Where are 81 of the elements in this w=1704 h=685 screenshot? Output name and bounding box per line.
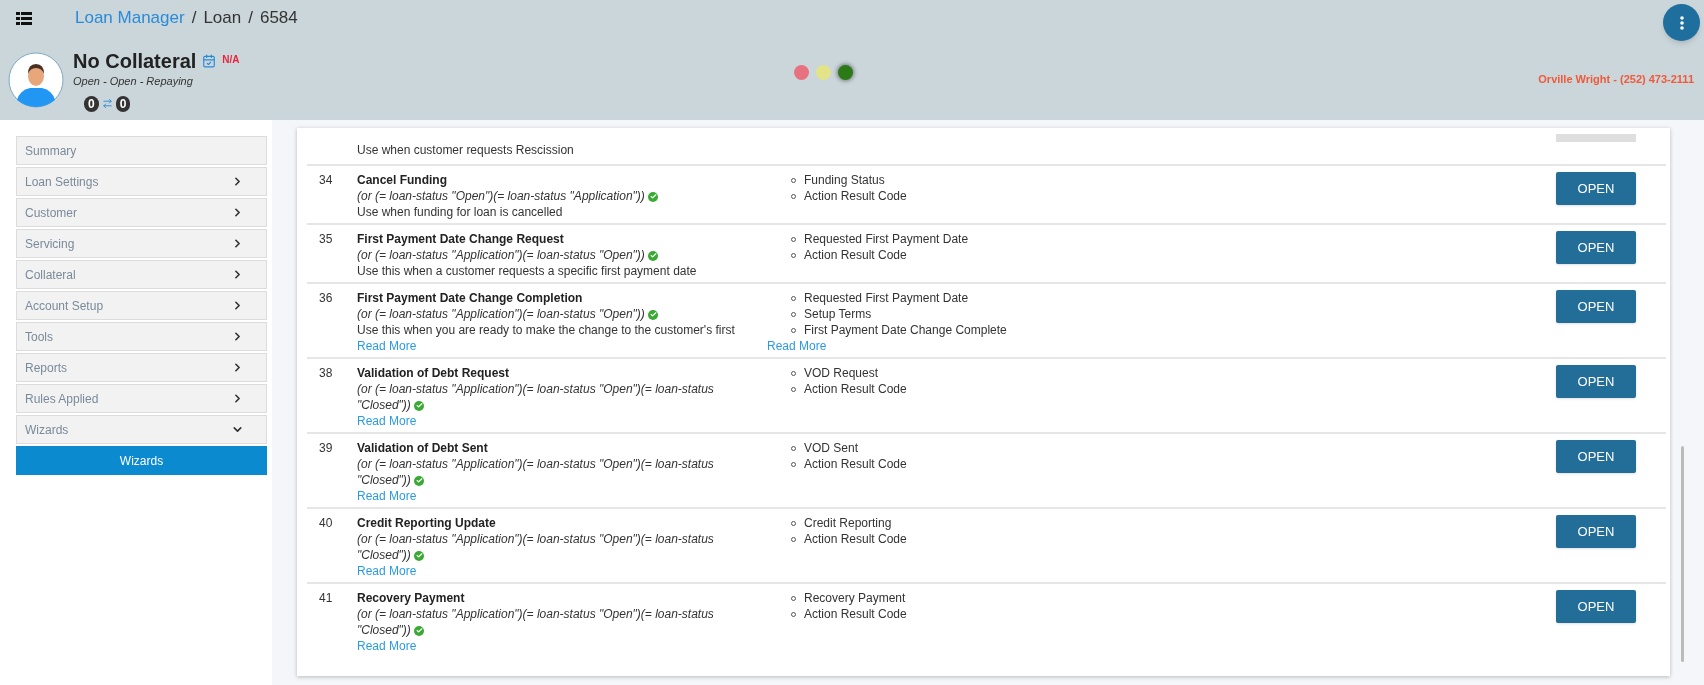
sidebar-item[interactable]: Servicing bbox=[16, 229, 267, 258]
field-name: Requested First Payment Date bbox=[804, 231, 969, 247]
condition-text: (or (= loan-status "Application")(= loan-status "Open")(= loan-status "Closed")) bbox=[357, 381, 715, 413]
counter-badge: 0 bbox=[84, 95, 99, 112]
read-more-link[interactable]: Read More bbox=[357, 414, 417, 428]
row-number: 38 bbox=[318, 365, 334, 382]
field-name: Setup Terms bbox=[804, 306, 872, 322]
condition-text: (or (= loan-status "Application")(= loan-status "Open")(= loan-status "Closed")) bbox=[357, 531, 715, 563]
open-button[interactable]: OPEN bbox=[1556, 290, 1636, 323]
breadcrumb-separator: / bbox=[248, 7, 253, 30]
loan-status-text: Open - Open - Repaying bbox=[73, 74, 194, 89]
row-number: 35 bbox=[318, 231, 334, 248]
sidebar-item[interactable]: Account Setup bbox=[16, 291, 267, 320]
field-name: VOD Request bbox=[804, 365, 879, 381]
open-button[interactable]: OPEN bbox=[1556, 365, 1636, 398]
row-number: 40 bbox=[318, 515, 334, 532]
breadcrumb-item[interactable]: Loan Manager bbox=[75, 5, 185, 31]
read-more-link[interactable]: Read More bbox=[357, 564, 417, 578]
wizard-title: First Payment Date Change Completion bbox=[357, 290, 584, 306]
more-options-button[interactable] bbox=[1663, 4, 1700, 41]
wizard-title: Validation of Debt Request bbox=[357, 365, 510, 381]
sidebar-item[interactable]: Collateral bbox=[16, 260, 267, 289]
sidebar-item[interactable]: Rules Applied bbox=[16, 384, 267, 413]
field-name: Action Result Code bbox=[804, 456, 907, 472]
sidebar-subitem[interactable]: Wizards bbox=[16, 446, 267, 475]
row-number: 41 bbox=[318, 590, 334, 607]
more-options-icon bbox=[1679, 15, 1684, 30]
wizard-description: Use when customer requests Rescission bbox=[357, 142, 575, 158]
exchange-icon bbox=[101, 98, 113, 109]
contact-info: Orville Wright - (252) 473-2111 bbox=[1538, 71, 1694, 87]
sidebar-item[interactable]: Tools bbox=[16, 322, 267, 351]
row-number: 39 bbox=[318, 440, 334, 457]
wizard-title: Validation of Debt Sent bbox=[357, 440, 489, 456]
field-name: Action Result Code bbox=[804, 381, 907, 397]
field-name: Action Result Code bbox=[804, 247, 907, 263]
wizard-title: Credit Reporting Update bbox=[357, 515, 497, 531]
wizard-title: Recovery Payment bbox=[357, 590, 466, 606]
wizard-description: Use when funding for loan is cancelled bbox=[357, 204, 564, 220]
field-name: Credit Reporting bbox=[804, 515, 892, 531]
list-menu-icon[interactable] bbox=[16, 11, 32, 25]
open-button[interactable]: OPEN bbox=[1556, 590, 1636, 623]
open-button[interactable]: OPEN bbox=[1556, 172, 1636, 205]
field-name: Funding Status bbox=[804, 172, 885, 188]
field-name: First Payment Date Change Complete bbox=[804, 322, 1007, 338]
read-more-link[interactable]: Read More bbox=[357, 489, 417, 503]
condition-text: (or (= loan-status "Open")(= loan-status "Application")) bbox=[357, 188, 767, 204]
condition-text: (or (= loan-status "Application")(= loan-status "Open")) bbox=[357, 306, 767, 322]
read-more-link[interactable]: Read More bbox=[767, 339, 827, 353]
wizard-title: Cancel Funding bbox=[357, 172, 448, 188]
open-button[interactable]: OPEN bbox=[1556, 231, 1636, 264]
condition-text: (or (= loan-status "Application")(= loan-status "Open")(= loan-status "Closed")) bbox=[357, 456, 715, 488]
sidebar-item[interactable]: Wizards bbox=[16, 415, 267, 444]
condition-text: (or (= loan-status "Application")(= loan-status "Open")) bbox=[357, 247, 767, 263]
wizard-description: Use this when a customer requests a specific first payment date bbox=[357, 263, 698, 279]
calendar-check-icon[interactable] bbox=[202, 54, 217, 68]
avatar-silhouette bbox=[8, 52, 64, 109]
counter-badge: 0 bbox=[115, 95, 131, 112]
sidebar-item[interactable]: Loan Settings bbox=[16, 167, 267, 196]
breadcrumb-item: 6584 bbox=[259, 7, 298, 30]
row-number: 36 bbox=[318, 290, 334, 307]
field-name: Requested First Payment Date bbox=[804, 290, 969, 306]
read-more-link[interactable]: Read More bbox=[357, 639, 417, 653]
field-name: Action Result Code bbox=[804, 188, 907, 204]
breadcrumb-separator: / bbox=[191, 7, 197, 30]
open-button[interactable]: OPEN bbox=[1556, 440, 1636, 473]
wizard-title: First Payment Date Change Request bbox=[357, 231, 565, 247]
read-more-link[interactable]: Read More bbox=[357, 339, 417, 353]
field-name: Action Result Code bbox=[804, 531, 907, 547]
field-name: VOD Sent bbox=[804, 440, 859, 456]
status-label: N/A bbox=[222, 52, 240, 67]
field-name: Action Result Code bbox=[804, 606, 907, 622]
row-number: 34 bbox=[318, 172, 334, 189]
sidebar-item[interactable]: Customer bbox=[16, 198, 267, 227]
sidebar-item[interactable]: Reports bbox=[16, 353, 267, 382]
condition-text: (or (= loan-status "Application")(= loan-status "Open")(= loan-status "Closed")) bbox=[357, 606, 715, 638]
loan-title: No Collateral bbox=[73, 49, 197, 73]
open-button[interactable]: OPEN bbox=[1556, 515, 1636, 548]
field-name: Recovery Payment bbox=[804, 590, 906, 606]
sidebar-item[interactable]: Summary bbox=[16, 136, 267, 165]
breadcrumb-item: Loan bbox=[203, 7, 242, 30]
wizard-description: Use this when you are ready to make the change to the customer's first bbox=[357, 322, 736, 338]
